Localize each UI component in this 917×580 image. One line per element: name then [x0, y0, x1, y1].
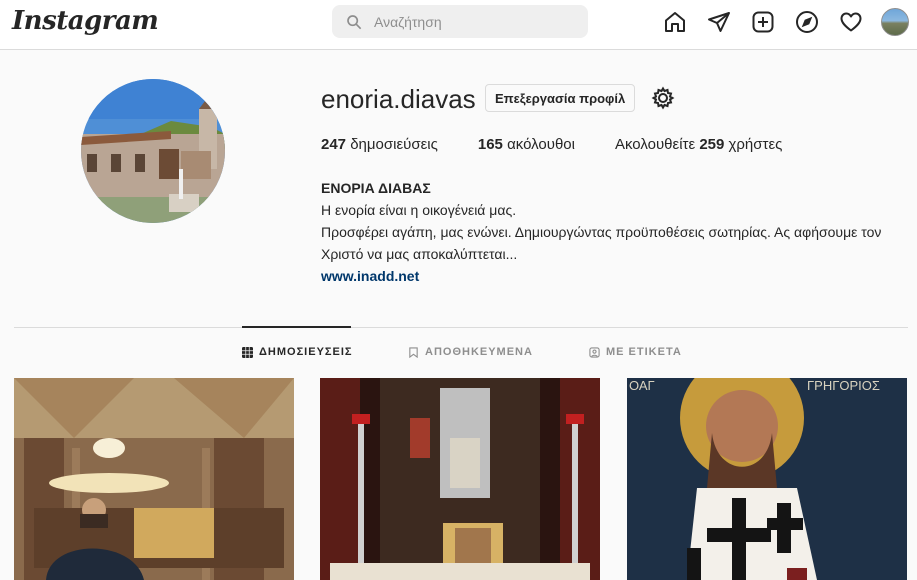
posts-count: 247 [321, 136, 347, 153]
following-stat[interactable]: Ακολουθείτε 259 χρήστες [615, 136, 782, 153]
following-suffix: χρήστες [728, 136, 783, 153]
followers-count: 165 [477, 136, 503, 153]
following-count: 259 [699, 136, 725, 153]
settings-gear-icon[interactable] [651, 86, 675, 110]
home-icon[interactable] [663, 10, 687, 34]
profile-username: enoria.diavas [321, 84, 476, 114]
search-icon [347, 14, 362, 29]
bookmark-icon [409, 346, 418, 358]
posts-label: δημοσιεύσεις [350, 136, 438, 153]
tab-saved[interactable]: ΑΠΟΘΗΚΕΥΜΕΝΑ [408, 346, 533, 358]
tagged-person-icon [589, 346, 600, 358]
search-placeholder: Αναζήτηση [374, 13, 442, 30]
profile-avatar[interactable] [881, 8, 909, 36]
tab-tagged[interactable]: ΜΕ ΕΤΙΚΕΤΑ [589, 346, 682, 358]
bio-website-link[interactable]: www.inadd.net [321, 265, 911, 287]
profile-stats: 247 δημοσιεύσεις 165 ακόλουθοι Ακολουθεί… [321, 136, 822, 153]
bio-full-name: ΕΝΟΡΙΑ ΔΙΑΒΑΣ [321, 180, 431, 196]
profile-picture[interactable] [81, 79, 225, 223]
active-tab-indicator [242, 326, 351, 328]
edit-profile-button[interactable]: Επεξεργασία προφίλ [485, 84, 636, 112]
post-thumbnail-2[interactable] [320, 378, 600, 580]
icon-text-left: ΟΑΓ [629, 378, 655, 393]
search-input[interactable]: Αναζήτηση [332, 5, 588, 38]
tab-tagged-label: ΜΕ ΕΤΙΚΕΤΑ [606, 346, 682, 358]
instagram-logo[interactable]: Instagram [12, 6, 159, 36]
direct-icon[interactable] [707, 10, 731, 34]
tab-posts-label: ΔΗΜΟΣΙΕΥΣΕΙΣ [259, 346, 353, 358]
tabs-divider [14, 327, 908, 328]
post-thumbnail-1[interactable] [14, 378, 294, 580]
posts-stat: 247 δημοσιεύσεις [321, 136, 438, 153]
tab-saved-label: ΑΠΟΘΗΚΕΥΜΕΝΑ [425, 346, 533, 358]
profile-bio: ΕΝΟΡΙΑ ΔΙΑΒΑΣ Η ενορία είναι η οικογένει… [321, 177, 911, 287]
top-navigation: Instagram Αναζήτηση [0, 0, 917, 50]
followers-label: ακόλουθοι [507, 136, 575, 153]
following-prefix: Ακολουθείτε [614, 136, 696, 153]
new-post-icon[interactable] [751, 10, 775, 34]
explore-icon[interactable] [795, 10, 819, 34]
activity-heart-icon[interactable] [839, 10, 863, 34]
nav-icon-bar [643, 8, 909, 36]
followers-stat[interactable]: 165 ακόλουθοι [478, 136, 575, 153]
tab-posts[interactable]: ΔΗΜΟΣΙΕΥΣΕΙΣ [242, 346, 353, 358]
bio-line-1: Η ενορία είναι η οικογένειά μας. [321, 202, 517, 218]
post-thumbnail-3[interactable]: ΟΑΓ ΓΡΗΓΟΡΙΟΣ [627, 378, 907, 580]
grid-icon [242, 346, 253, 358]
icon-text-right: ΓΡΗΓΟΡΙΟΣ [807, 378, 880, 393]
bio-line-2: Προσφέρει αγάπη, μας ενώνει. Δημιουργώντ… [321, 224, 882, 262]
